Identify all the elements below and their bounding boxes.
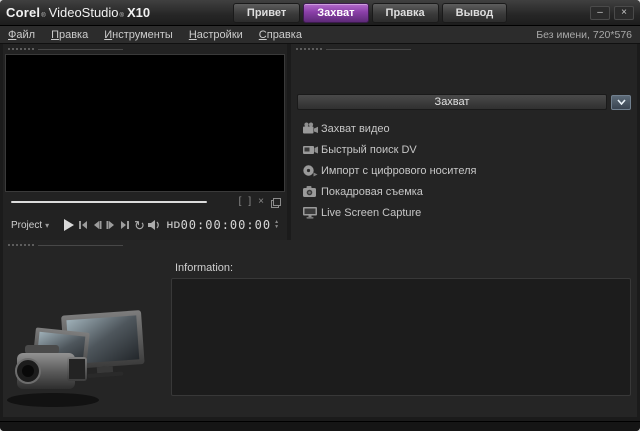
close-button[interactable]: × xyxy=(614,6,634,20)
loop-icon: ↻ xyxy=(134,219,145,232)
drag-line-icon xyxy=(38,245,123,246)
window-controls: – × xyxy=(590,6,634,20)
main-area: [ ] × Project ▾ xyxy=(0,44,640,240)
project-dropdown[interactable]: Project ▾ xyxy=(11,220,49,231)
menu-edit[interactable]: Правка xyxy=(51,29,88,41)
chevron-down-icon xyxy=(617,99,626,105)
next-frame-button[interactable] xyxy=(104,216,118,234)
timecode-value[interactable]: 00:00:00:00 xyxy=(181,218,271,232)
project-status-text: Без имени, 720*576 xyxy=(536,29,632,41)
drag-dots-icon xyxy=(8,48,34,50)
minimize-button[interactable]: – xyxy=(590,6,610,20)
hd-toggle[interactable]: HD xyxy=(167,220,181,230)
capture-panel-drag-handle[interactable] xyxy=(291,44,637,54)
tab-welcome[interactable]: Привет xyxy=(233,3,300,23)
drag-dots-icon xyxy=(296,48,322,50)
step-back-icon xyxy=(91,219,103,231)
step-tabs: Привет Захват Правка Вывод xyxy=(150,3,590,23)
mark-in-icon[interactable]: [ xyxy=(239,197,242,207)
capture-task-list: Захват видео Быстрый поиск DV Импорт с ц… xyxy=(299,118,631,223)
capture-panel-spacer xyxy=(291,54,637,94)
dv-quick-scan-icon xyxy=(299,143,321,156)
trim-scrub-track[interactable] xyxy=(11,201,207,203)
capture-video-icon xyxy=(299,122,321,135)
trim-icons: [ ] × xyxy=(239,197,279,207)
player-panel-drag-handle[interactable] xyxy=(3,44,287,54)
play-button[interactable] xyxy=(59,216,76,234)
first-frame-icon xyxy=(77,219,89,231)
menu-settings[interactable]: Настройки xyxy=(189,29,243,41)
volume-button[interactable] xyxy=(147,216,161,234)
speaker-icon xyxy=(147,219,161,231)
app-logo: Corel® VideoStudio® X10 xyxy=(6,5,150,20)
capture-item-label: Live Screen Capture xyxy=(321,207,421,219)
information-label: Information: xyxy=(175,262,233,274)
live-screen-capture-item[interactable]: Live Screen Capture xyxy=(299,202,631,223)
camcorder-illustration xyxy=(5,297,170,409)
chevron-down-icon: ▾ xyxy=(45,221,49,230)
menu-help[interactable]: Справка xyxy=(259,29,302,41)
menu-file[interactable]: Файл xyxy=(8,29,35,41)
information-panel: Information: xyxy=(3,240,637,417)
capture-item-label: Быстрый поиск DV xyxy=(321,144,417,156)
app-window: Corel® VideoStudio® X10 Привет Захват Пр… xyxy=(0,0,640,431)
logo-corel: Corel xyxy=(6,5,40,20)
drag-line-icon xyxy=(326,49,411,50)
timecode-control[interactable]: 00:00:00:00 ▲ ▼ xyxy=(181,218,279,232)
menu-tools[interactable]: Инструменты xyxy=(104,29,173,41)
tab-share[interactable]: Вывод xyxy=(442,3,508,23)
menubar: Файл Правка Инструменты Настройки Справк… xyxy=(0,26,640,44)
capture-item-label: Покадровая съемка xyxy=(321,186,423,198)
dv-quick-scan-item[interactable]: Быстрый поиск DV xyxy=(299,139,631,160)
registered-mark: ® xyxy=(41,13,45,19)
trim-bar: [ ] × xyxy=(3,194,287,210)
collapse-section-button[interactable] xyxy=(611,95,631,110)
capture-options-panel: Захват Захват видео Быстрый поиск DV xyxy=(291,44,637,240)
stop-motion-item[interactable]: Покадровая съемка xyxy=(299,181,631,202)
tab-edit[interactable]: Правка xyxy=(372,3,439,23)
capture-video-item[interactable]: Захват видео xyxy=(299,118,631,139)
logo-version: X10 xyxy=(127,5,150,20)
stop-motion-icon xyxy=(299,185,321,198)
loop-playback-button[interactable]: ↻ xyxy=(132,216,146,234)
capture-header-row: Захват xyxy=(297,94,631,110)
last-frame-icon xyxy=(119,219,131,231)
previous-frame-button[interactable] xyxy=(90,216,104,234)
live-screen-capture-icon xyxy=(299,206,321,219)
capture-section-header: Захват xyxy=(297,94,607,110)
import-digital-media-item[interactable]: Импорт с цифрового носителя xyxy=(299,160,631,181)
titlebar: Corel® VideoStudio® X10 Привет Захват Пр… xyxy=(0,0,640,26)
delete-clip-icon[interactable]: × xyxy=(258,197,264,207)
drag-dots-icon xyxy=(8,244,34,246)
home-frame-button[interactable] xyxy=(76,216,90,234)
playback-controls: Project ▾ ↻ xyxy=(3,210,287,238)
capture-item-label: Импорт с цифрового носителя xyxy=(321,165,476,177)
timecode-spinner[interactable]: ▲ ▼ xyxy=(274,220,279,230)
mark-out-icon[interactable]: ] xyxy=(248,197,251,207)
project-dropdown-label: Project xyxy=(11,220,42,231)
information-panel-drag-handle[interactable] xyxy=(3,240,637,250)
tab-capture[interactable]: Захват xyxy=(303,3,368,23)
spinner-down-icon[interactable]: ▼ xyxy=(274,225,279,230)
end-frame-button[interactable] xyxy=(118,216,132,234)
step-forward-icon xyxy=(105,219,117,231)
split-clip-icon[interactable] xyxy=(271,198,279,206)
import-digital-media-icon xyxy=(299,164,321,177)
logo-product: VideoStudio xyxy=(49,5,119,20)
player-panel: [ ] × Project ▾ xyxy=(3,44,287,240)
capture-item-label: Захват видео xyxy=(321,123,390,135)
video-preview xyxy=(5,54,285,192)
play-icon xyxy=(61,218,75,232)
information-box xyxy=(171,278,631,396)
bottom-toolbar-strip xyxy=(0,421,640,431)
registered-mark: ® xyxy=(120,13,124,19)
drag-line-icon xyxy=(38,49,123,50)
